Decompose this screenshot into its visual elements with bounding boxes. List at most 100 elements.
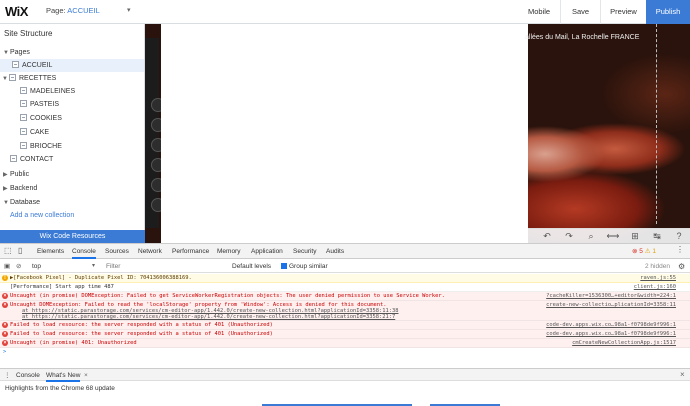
editor-stage: allées du Mail, La Rochelle FRANCE ↶ ↷ ⌕… (145, 24, 690, 243)
console-message: × Uncaught (in promise) DOMException: Fa… (0, 292, 690, 301)
tab-application[interactable]: Application (251, 244, 283, 259)
chevron-down-icon[interactable]: ▾ (92, 261, 95, 272)
message-source-link[interactable]: raven.js:55 (640, 275, 676, 281)
tab-audits[interactable]: Audits (326, 244, 344, 259)
tree-page-brioche[interactable]: BRIOCHE (20, 140, 62, 153)
console-message: × Uncaught DOMException: Failed to read … (0, 301, 690, 321)
message-source-link[interactable]: create-new-collectio…plicationId=3358:11 (546, 302, 676, 308)
chevron-down-icon[interactable]: ▾ (127, 6, 131, 14)
site-structure-panel: Site Structure ▼Pages ACCUEIL ▼ RECETTES … (0, 24, 145, 243)
tree-page-cookies[interactable]: COOKIES (20, 112, 62, 125)
message-text: ▶[Facebook Pixel] - Duplicate Pixel ID: … (10, 275, 192, 281)
tree-section-public[interactable]: ▶ Public (3, 168, 29, 181)
message-source-link[interactable]: client.js:160 (634, 284, 676, 290)
tree-page-accueil[interactable]: ACCUEIL (0, 59, 144, 72)
mobile-view-button[interactable]: Mobile (528, 0, 550, 24)
tree-page-cake[interactable]: CAKE (20, 126, 49, 139)
issue-counts[interactable]: ⊗ 5 ⚠ 1 (632, 247, 656, 255)
whats-new-heading: Highlights from the Chrome 68 update (5, 385, 115, 392)
message-source-link[interactable]: code-dev.apps.wix.co…98a1-f0798de9f996:1 (546, 322, 676, 328)
warning-count-icon: ⚠ (644, 248, 651, 255)
console-message: [Performance] Start app time 487 client.… (0, 283, 690, 292)
error-icon: × (2, 293, 8, 299)
tab-security[interactable]: Security (293, 244, 316, 259)
tree-label: CONTACT (20, 156, 54, 163)
page-icon (20, 142, 27, 149)
toggle-gridlines-icon[interactable]: ⟷ (606, 231, 620, 242)
tree-section-backend[interactable]: ▶ Backend (3, 182, 37, 195)
message-text: Uncaught (in promise) 401: Unauthorized (10, 340, 137, 346)
sidebar-toggle-icon[interactable]: ▣ (4, 261, 10, 272)
layers-icon[interactable]: ⊞ (628, 231, 642, 242)
stack-trace-link[interactable]: at https://static.parastorage.com/servic… (22, 314, 395, 320)
warning-count: 1 (652, 248, 656, 255)
stage-toolbar: ↶ ↷ ⌕ ⟷ ⊞ ↹ ? (528, 228, 690, 243)
add-collection-link[interactable]: Add a new collection (10, 212, 74, 219)
page-icon (20, 114, 27, 121)
tree-page-madeleines[interactable]: MADELEINES (20, 85, 75, 98)
error-count-icon: ⊗ (632, 248, 638, 255)
editor-top-bar: WiX Page: ACCUEIL ▾ Mobile Save Preview … (0, 0, 690, 24)
devtools-panel: ⬚ ▯ Elements Console Sources Network Per… (0, 243, 690, 406)
console-message: × Failed to load resource: the server re… (0, 321, 690, 330)
snap-icon[interactable]: ↹ (650, 231, 664, 242)
tree-pages-folder[interactable]: ▼Pages (3, 46, 143, 59)
tree-section-database[interactable]: ▼Database (3, 196, 40, 209)
prompt-chevron-icon: > (3, 349, 7, 355)
blank-page-overlay (161, 24, 528, 243)
error-icon: × (2, 331, 8, 337)
context-selector[interactable]: top (32, 261, 41, 272)
tree-label: CAKE (30, 129, 50, 136)
zoom-icon[interactable]: ⌕ (584, 231, 598, 242)
page-selector[interactable]: Page: ACCUEIL (46, 6, 100, 15)
tree-label: Database (10, 199, 40, 206)
tree-label: Pages (10, 49, 30, 56)
preview-button[interactable]: Preview (600, 0, 646, 24)
publish-button[interactable]: Publish (646, 0, 690, 24)
more-options-icon[interactable]: ⋮ (676, 245, 684, 254)
drawer-menu-icon[interactable]: ⋮ (4, 369, 11, 382)
save-button[interactable]: Save (560, 0, 600, 24)
device-toggle-icon[interactable]: ▯ (18, 246, 22, 255)
console-filter-input[interactable] (102, 261, 222, 272)
tab-console[interactable]: Console (72, 244, 96, 259)
message-source-link[interactable]: code-dev.apps.wix.co…98a1-f0798de9f996:1 (546, 331, 676, 337)
tab-sources[interactable]: Sources (105, 244, 129, 259)
console-prompt[interactable]: > (0, 348, 690, 357)
tab-network[interactable]: Network (138, 244, 162, 259)
error-icon: × (2, 340, 8, 346)
page-icon (20, 87, 27, 94)
gear-icon[interactable]: ⚙ (678, 261, 685, 272)
clear-console-icon[interactable]: ⊘ (16, 261, 21, 272)
close-icon[interactable]: × (84, 369, 88, 382)
drawer-tab-whats-new[interactable]: What's New (46, 369, 81, 382)
tab-elements[interactable]: Elements (37, 244, 64, 259)
drawer-tab-console[interactable]: Console (16, 369, 40, 382)
group-similar-checkbox[interactable] (281, 263, 287, 269)
close-icon[interactable]: × (680, 370, 685, 379)
error-icon: × (2, 302, 8, 308)
tree-page-contact[interactable]: CONTACT (10, 153, 53, 166)
log-levels-dropdown[interactable]: Default levels (232, 261, 271, 272)
tab-memory[interactable]: Memory (217, 244, 240, 259)
panel-title: Site Structure (4, 29, 53, 38)
message-source-link[interactable]: cmCreateNewCollectionApp.js:1517 (572, 340, 676, 346)
tree-page-recettes[interactable]: ▼ RECETTES (2, 72, 142, 85)
message-text: Failed to load resource: the server resp… (10, 322, 273, 328)
message-text: Failed to load resource: the server resp… (10, 331, 273, 337)
console-toolbar: ▣ ⊘ top ▾ Default levels Group similar 2… (0, 260, 690, 273)
inspect-icon[interactable]: ⬚ (4, 246, 12, 255)
page-selector-label: Page: (46, 6, 66, 15)
tree-label: Public (10, 171, 30, 178)
address-text: allées du Mail, La Rochelle FRANCE (525, 34, 640, 41)
hidden-count: 2 hidden (645, 263, 670, 270)
tab-performance[interactable]: Performance (172, 244, 209, 259)
page-icon (9, 74, 16, 81)
message-source-link[interactable]: ?cacheKiller=1536300…+editor&width=224:1 (546, 293, 676, 299)
undo-icon[interactable]: ↶ (540, 231, 554, 242)
tree-page-pasteis[interactable]: PASTEIS (20, 98, 59, 111)
help-icon[interactable]: ? (672, 231, 686, 242)
tree-label: ACCUEIL (22, 62, 53, 69)
code-resources-button[interactable]: Wix Code Resources (0, 230, 145, 243)
redo-icon[interactable]: ↷ (562, 231, 576, 242)
